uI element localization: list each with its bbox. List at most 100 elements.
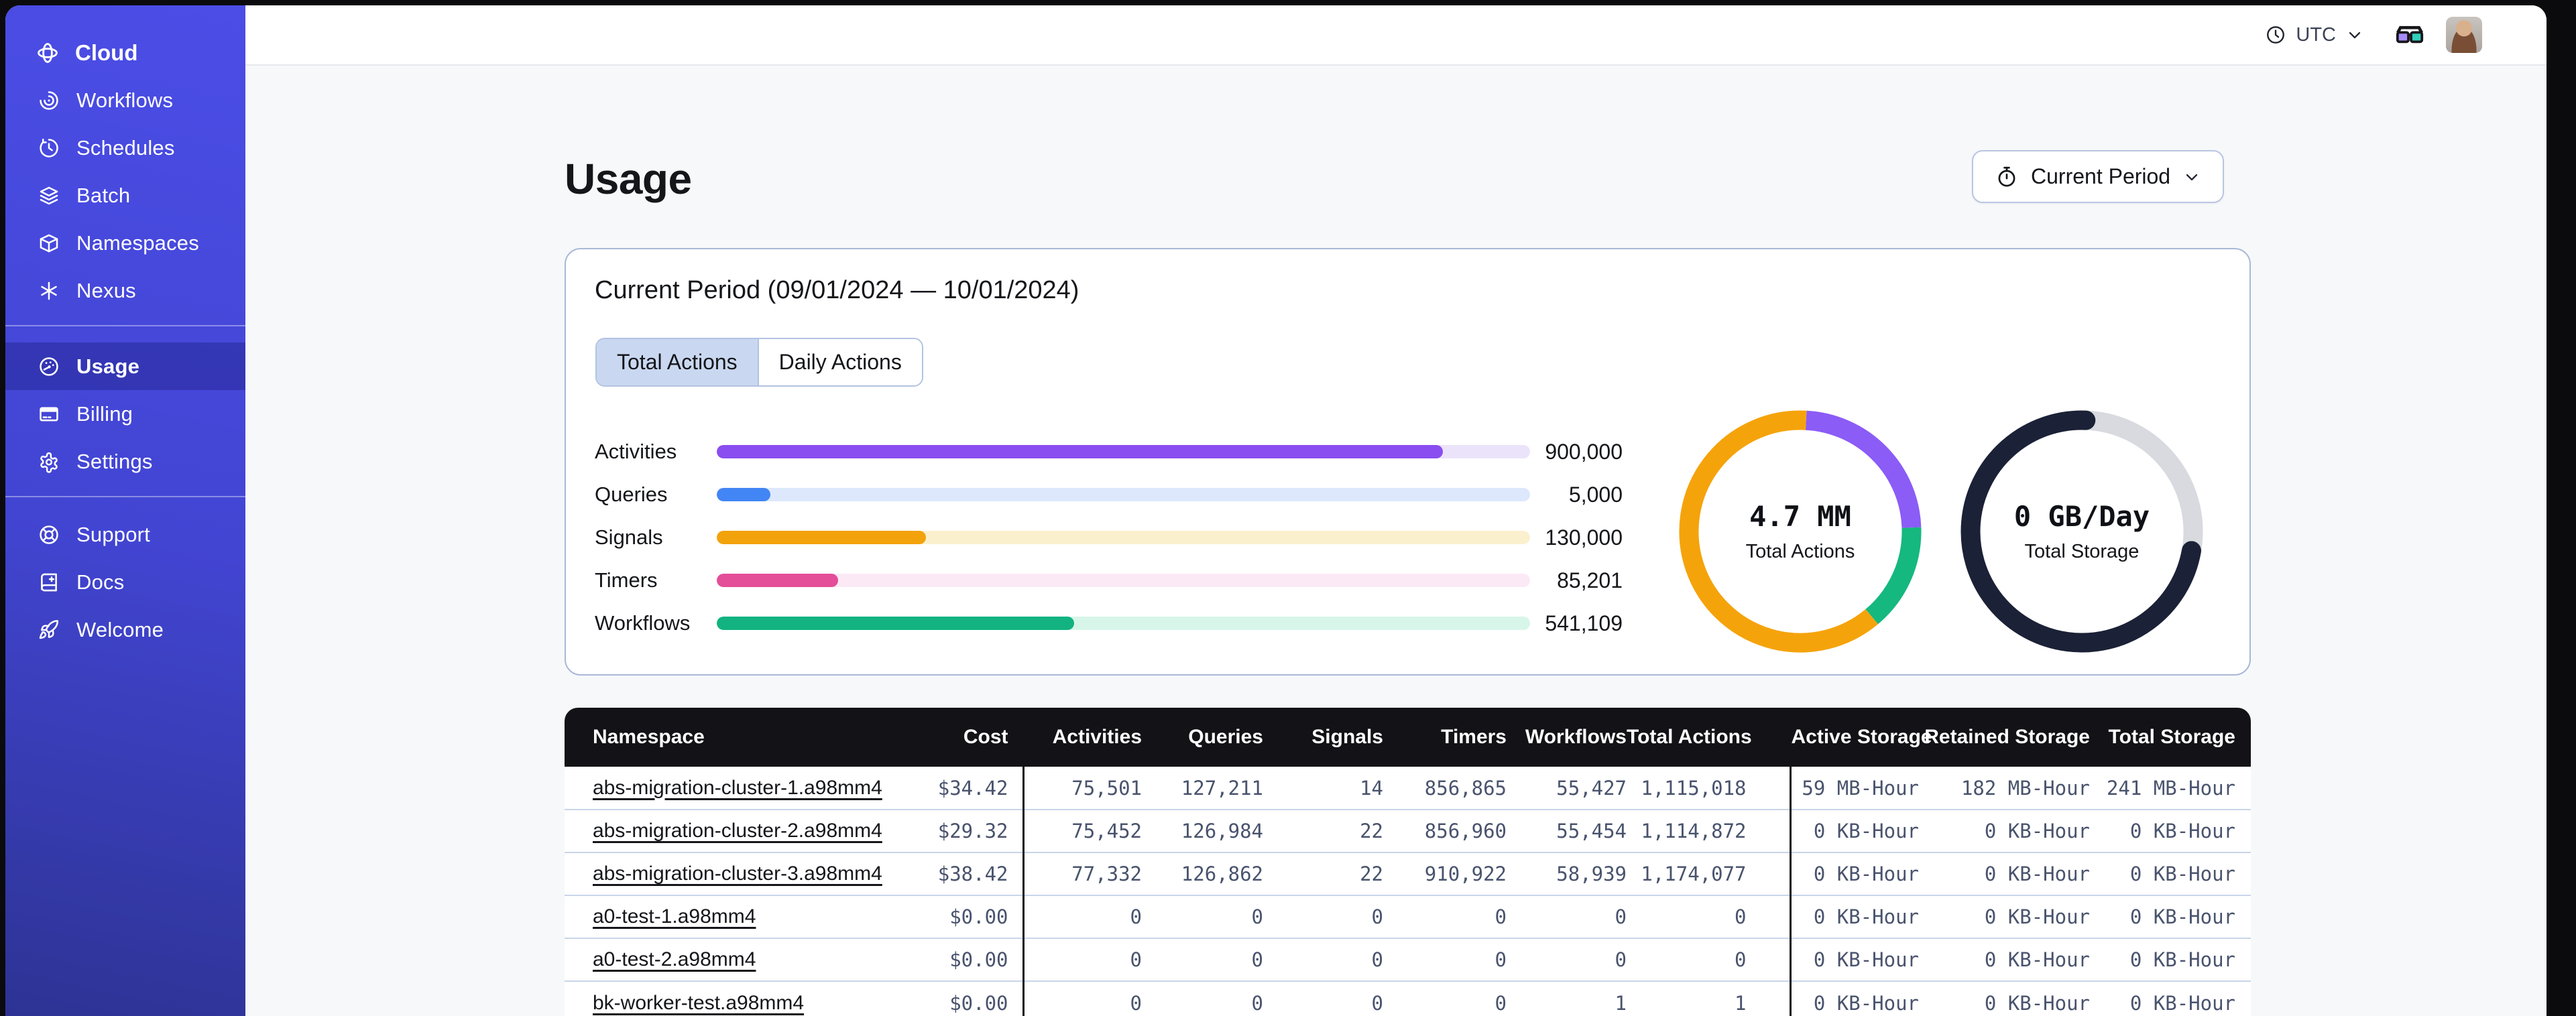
col-header-total-storage: Total Storage xyxy=(2090,708,2251,767)
col-header-signals: Signals xyxy=(1263,708,1383,767)
collapse-sidebar-icon[interactable] xyxy=(190,40,216,66)
cell-timers: 0 xyxy=(1383,980,1507,1016)
cell-cost: $29.32 xyxy=(930,809,1024,852)
bar-row-queries: Queries 5,000 xyxy=(595,473,1623,516)
col-header-active-storage: Active Storage xyxy=(1790,708,1932,767)
cell-activities: 75,501 xyxy=(1023,767,1142,810)
cell-total-actions: 1 xyxy=(1627,980,1792,1016)
sidebar-item-batch[interactable]: Batch xyxy=(5,172,245,219)
namespace-link[interactable]: a0-test-2.a98mm4 xyxy=(593,948,756,970)
namespace-link[interactable]: abs-migration-cluster-2.a98mm4 xyxy=(593,820,882,842)
account-menu-chevron-icon[interactable] xyxy=(2502,25,2521,44)
sidebar-item-billing[interactable]: Billing xyxy=(5,390,245,438)
bar-value: 85,201 xyxy=(1557,568,1623,592)
period-selector-button[interactable]: Current Period xyxy=(1972,150,2225,203)
sidebar-item-namespaces[interactable]: Namespaces xyxy=(5,219,245,267)
stopwatch-icon xyxy=(1995,165,2019,189)
timezone-label: UTC xyxy=(2296,23,2336,46)
cell-timers: 0 xyxy=(1383,895,1507,938)
total-actions-donut: 4.7 MM Total Actions xyxy=(1673,404,1928,659)
cell-cost: $0.00 xyxy=(930,895,1024,938)
bar-fill xyxy=(717,531,926,544)
sidebar-item-label: Billing xyxy=(76,401,133,426)
sidebar: Cloud Workflows Schedules Batch Namespaces N… xyxy=(5,5,245,1016)
sidebar-item-welcome[interactable]: Welcome xyxy=(5,606,245,653)
welcome-icon xyxy=(38,619,60,641)
namespace-link[interactable]: abs-migration-cluster-1.a98mm4 xyxy=(593,777,882,799)
feedback-glasses-button[interactable] xyxy=(2394,20,2426,50)
card-title: Current Period (09/01/2024 — 10/01/2024) xyxy=(595,276,1079,304)
cell-total-actions: 0 xyxy=(1627,938,1792,981)
sidebar-item-settings[interactable]: Settings xyxy=(5,438,245,485)
chevron-down-icon xyxy=(2182,168,2201,186)
cell-workflows: 58,939 xyxy=(1507,852,1627,895)
namespace-link[interactable]: a0-test-1.a98mm4 xyxy=(593,905,756,928)
bar-fill xyxy=(717,574,838,587)
sidebar-item-usage[interactable]: Usage xyxy=(5,342,245,390)
table-row: a0-test-2.a98mm4 $0.00 0 0 0 0 0 0 0 KB-Hour 0 KB… xyxy=(565,938,2251,981)
cell-signals: 0 xyxy=(1263,980,1383,1016)
actions-bar-chart: Activities 900,000 Queries 5,000 Signals 130,… xyxy=(595,430,1623,645)
sidebar-brand: Cloud xyxy=(5,29,245,76)
bar-track xyxy=(717,488,1530,501)
nexus-icon xyxy=(38,279,60,302)
total-storage-donut: 0 GB/Day Total Storage xyxy=(1954,404,2209,659)
period-selector-label: Current Period xyxy=(2031,164,2171,188)
col-header-cost: Cost xyxy=(930,708,1024,767)
cell-queries: 0 xyxy=(1142,938,1263,981)
table-row: bk-worker-test.a98mm4 $0.00 0 0 0 0 1 1 0 KB-Hou… xyxy=(565,980,2251,1016)
cell-workflows: 55,454 xyxy=(1507,809,1627,852)
bar-track xyxy=(717,574,1530,587)
cell-total-actions: 1,114,872 xyxy=(1627,809,1792,852)
table-row: abs-migration-cluster-2.a98mm4 $29.32 75,4… xyxy=(565,809,2251,852)
schedules-icon xyxy=(38,137,60,160)
billing-icon xyxy=(38,403,60,426)
glasses-icon xyxy=(2394,20,2426,50)
sidebar-item-support[interactable]: Support xyxy=(5,511,245,558)
cell-retained-storage: 0 KB-Hour xyxy=(1919,980,2090,1016)
sidebar-item-docs[interactable]: Docs xyxy=(5,558,245,606)
sidebar-item-schedules[interactable]: Schedules xyxy=(5,124,245,172)
cell-activities: 0 xyxy=(1023,980,1142,1016)
cell-activities: 75,452 xyxy=(1023,809,1142,852)
namespace-link[interactable]: bk-worker-test.a98mm4 xyxy=(593,992,804,1014)
bar-fill xyxy=(717,617,1074,630)
cell-active-storage: 59 MB-Hour xyxy=(1790,767,1919,810)
tab-total-actions[interactable]: Total Actions xyxy=(597,339,758,385)
table-row: a0-test-1.a98mm4 $0.00 0 0 0 0 0 0 0 KB-Hour 0 KB… xyxy=(565,895,2251,938)
cell-workflows: 0 xyxy=(1507,895,1627,938)
cell-workflows: 55,427 xyxy=(1507,767,1627,810)
bar-label: Timers xyxy=(595,568,658,592)
cell-active-storage: 0 KB-Hour xyxy=(1790,938,1919,981)
tab-daily-actions[interactable]: Daily Actions xyxy=(757,339,922,385)
bar-value: 130,000 xyxy=(1545,525,1623,550)
sidebar-item-label: Namespaces xyxy=(76,231,199,255)
cell-signals: 22 xyxy=(1263,852,1383,895)
cell-queries: 126,984 xyxy=(1142,809,1263,852)
timezone-selector[interactable]: UTC xyxy=(2265,24,2364,46)
cell-activities: 77,332 xyxy=(1023,852,1142,895)
clock-icon xyxy=(2265,24,2286,46)
cell-active-storage: 0 KB-Hour xyxy=(1790,895,1919,938)
bar-row-signals: Signals 130,000 xyxy=(595,516,1623,559)
sidebar-item-label: Nexus xyxy=(76,278,136,302)
cell-total-actions: 1,115,018 xyxy=(1627,767,1792,810)
cell-timers: 0 xyxy=(1383,938,1507,981)
donut-caption: Total Actions xyxy=(1745,541,1855,562)
cell-retained-storage: 0 KB-Hour xyxy=(1919,895,2090,938)
namespace-link[interactable]: abs-migration-cluster-3.a98mm4 xyxy=(593,863,882,885)
bar-label: Activities xyxy=(595,440,677,463)
user-avatar[interactable] xyxy=(2446,17,2482,53)
donut-value: 0 GB/Day xyxy=(2013,500,2150,533)
sidebar-item-nexus[interactable]: Nexus xyxy=(5,267,245,314)
workflows-icon xyxy=(38,89,60,112)
sidebar-item-label: Schedules xyxy=(76,135,175,160)
col-header-total-actions: Total Actions xyxy=(1627,708,1792,767)
sidebar-item-workflows[interactable]: Workflows xyxy=(5,76,245,124)
cell-queries: 126,862 xyxy=(1142,852,1263,895)
bar-label: Workflows xyxy=(595,611,691,635)
usage-table: Namespace Cost Activities Queries Signals Tim… xyxy=(565,708,2251,1016)
cell-timers: 856,960 xyxy=(1383,809,1507,852)
cell-cost: $38.42 xyxy=(930,852,1024,895)
bar-track xyxy=(717,445,1530,458)
